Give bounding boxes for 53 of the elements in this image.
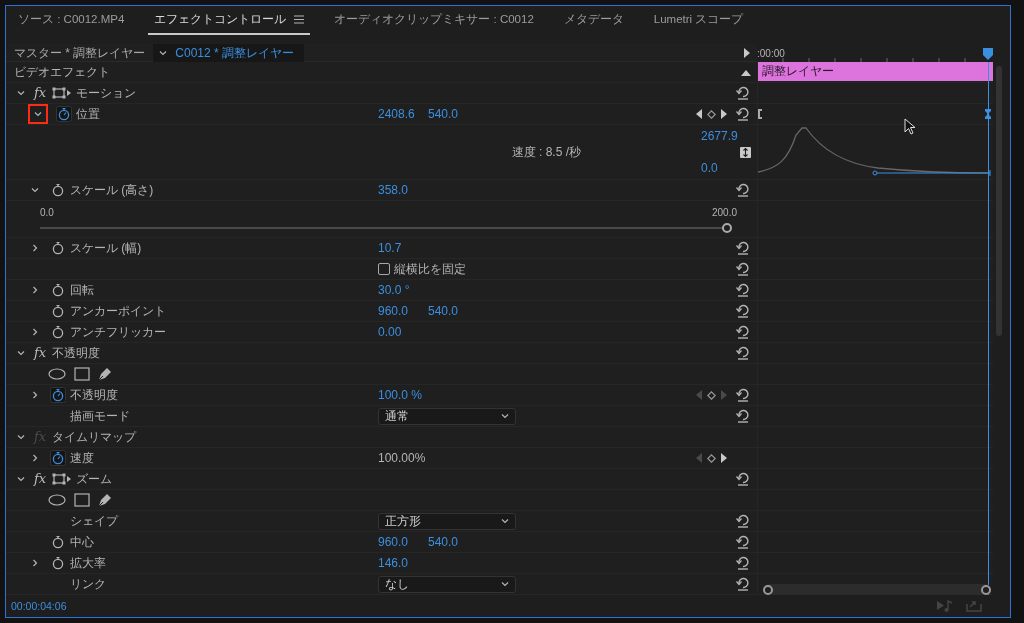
clip-selector-dropdown[interactable]: C0012 * 調整レイヤー	[153, 43, 305, 62]
master-clip-label: マスター * 調整レイヤー	[13, 44, 147, 62]
panel-tab[interactable]: ソース : C0012.MP4	[12, 11, 131, 36]
graph-max-value: 2677.9	[701, 128, 739, 145]
dropdown[interactable]: なし	[378, 575, 516, 593]
property-name: スケール (幅)	[70, 240, 142, 257]
property-name: 位置	[76, 106, 100, 123]
property-value[interactable]: 2408.6	[378, 105, 428, 123]
property-name: アンチフリッカー	[70, 324, 166, 341]
property-name: リンク	[70, 576, 106, 593]
property-value[interactable]: 146.0	[378, 554, 428, 572]
property-name: アンカーポイント	[70, 303, 166, 320]
effect-toggle[interactable]: fx	[34, 83, 47, 103]
effect-name: モーション	[76, 85, 137, 102]
adjustment-layer-clip[interactable]: 調整レイヤー	[758, 62, 993, 81]
property-value[interactable]: 540.0	[428, 533, 478, 551]
panel-tab[interactable]: Lumetri スコープ	[647, 11, 750, 36]
property-value[interactable]: 10.7	[378, 239, 428, 257]
slider-min-label: 0.0	[40, 206, 54, 220]
property-value[interactable]: 30.0 °	[378, 281, 428, 299]
velocity-readout: 速度 : 8.5 /秒	[511, 144, 581, 161]
effect-name: ズーム	[76, 471, 113, 488]
property-name: 中心	[70, 534, 94, 551]
ruler-timecode: :00:00	[757, 47, 785, 61]
timecode: 00:00:04:06	[10, 599, 67, 614]
effect-toggle[interactable]: fx	[34, 469, 47, 489]
property-name: 速度	[70, 450, 94, 467]
effect-name: 不透明度	[52, 345, 101, 362]
property-value[interactable]: 0.00	[378, 323, 428, 341]
property-name: 拡大率	[70, 555, 106, 572]
property-name: 描画モード	[70, 408, 130, 425]
property-value[interactable]: 540.0	[428, 105, 478, 123]
checkbox-label: 縦横比を固定	[394, 261, 466, 278]
effect-toggle[interactable]: fx	[34, 343, 47, 363]
slider-max-label: 200.0	[711, 206, 737, 220]
property-value[interactable]: 358.0	[378, 181, 428, 199]
property-value[interactable]: 100.00%	[378, 449, 428, 467]
panel-tab[interactable]: メタデータ	[557, 11, 630, 36]
dropdown[interactable]: 正方形	[378, 512, 516, 530]
property-value[interactable]: 100.0 %	[378, 386, 428, 404]
panel-tab[interactable]: エフェクトコントロール	[148, 11, 311, 36]
property-name: 不透明度	[70, 387, 118, 404]
property-name: スケール (高さ)	[70, 182, 154, 199]
property-value[interactable]: 540.0	[428, 302, 478, 320]
effect-name: タイムリマップ	[52, 429, 137, 446]
property-value[interactable]: 960.0	[378, 533, 428, 551]
section-title: ビデオエフェクト	[14, 64, 110, 81]
property-value[interactable]: 960.0	[378, 302, 428, 320]
graph-min-value: 0.0	[701, 160, 719, 177]
property-name: シェイプ	[70, 513, 118, 530]
panel-tab[interactable]: オーディオクリップミキサー : C0012	[328, 11, 540, 36]
property-name: 回転	[70, 282, 94, 299]
dropdown[interactable]: 通常	[378, 407, 516, 425]
